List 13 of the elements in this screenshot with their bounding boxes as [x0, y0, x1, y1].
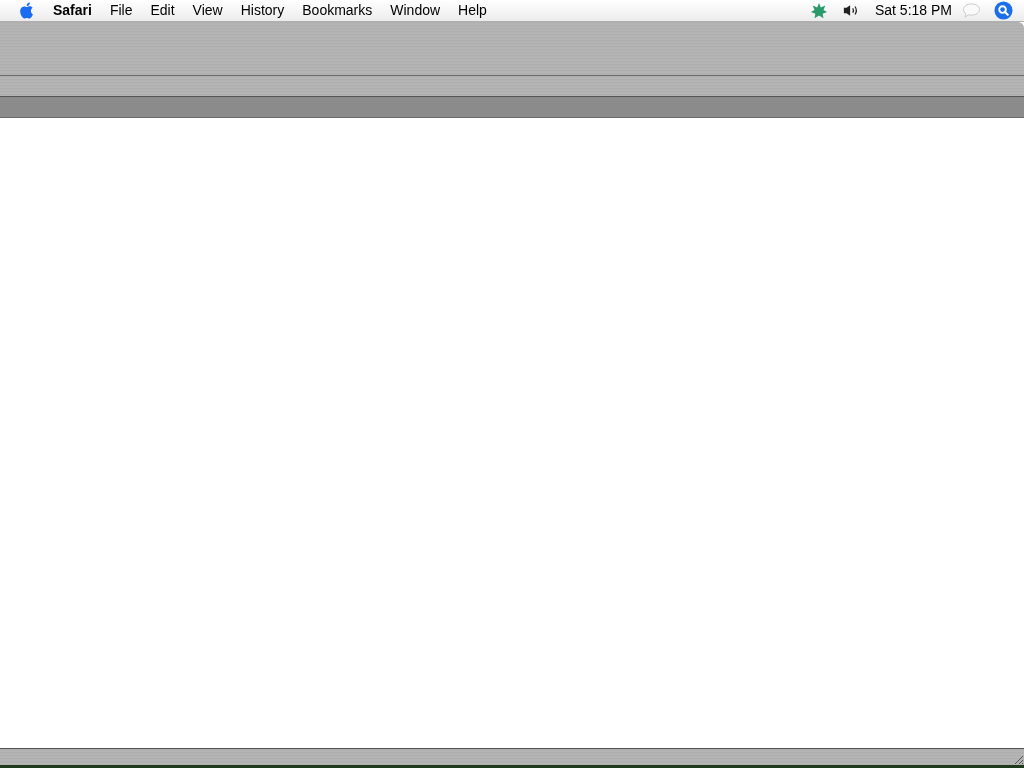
menu-item[interactable]: View — [192, 0, 223, 21]
resize-grip-icon[interactable] — [1012, 753, 1024, 765]
speaker-icon[interactable] — [842, 4, 859, 17]
menu-item[interactable]: Help — [458, 0, 487, 21]
menu-item[interactable]: File — [109, 0, 133, 21]
menu-item[interactable]: History — [240, 0, 285, 21]
search-icon[interactable] — [994, 1, 1013, 20]
apple-logo-icon[interactable] — [19, 1, 36, 20]
app-menu[interactable]: Safari — [53, 0, 92, 21]
menu-item[interactable]: Window — [390, 0, 441, 21]
menu-item[interactable]: Bookmarks — [302, 0, 373, 21]
menu-item[interactable]: Edit — [150, 0, 175, 21]
menu-clock[interactable]: Sat 5:18 PM — [874, 0, 952, 21]
